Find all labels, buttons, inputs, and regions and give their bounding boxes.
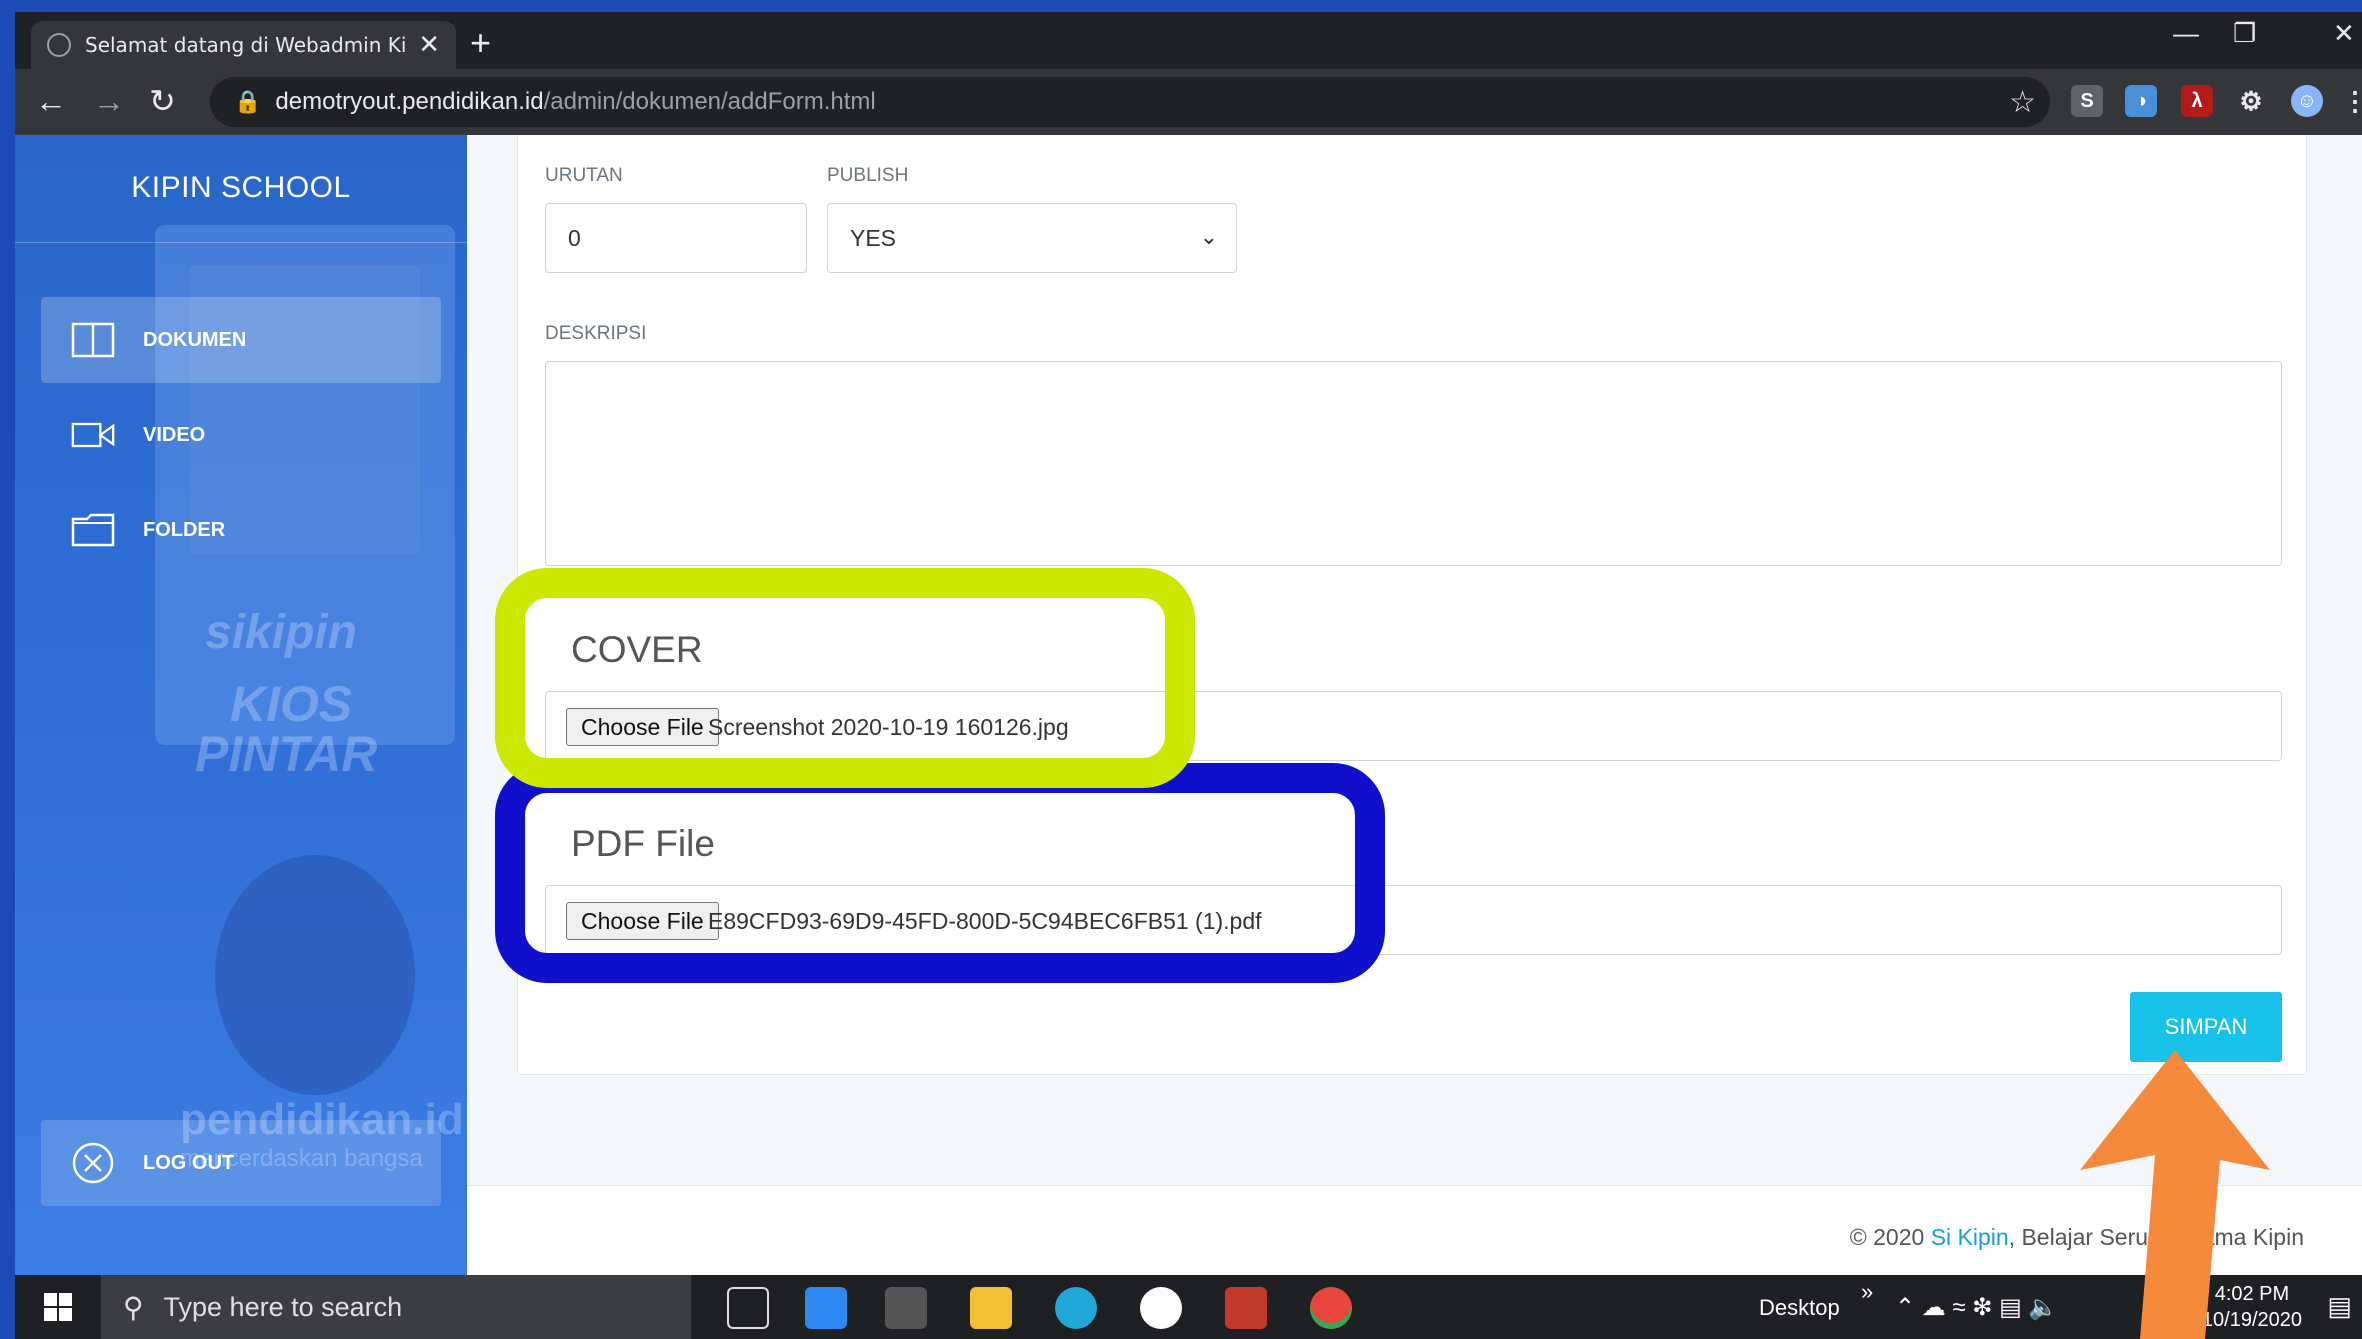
tab-title: Selamat datang di Webadmin Kipin xyxy=(85,33,409,57)
lock-icon: 🔒 xyxy=(234,89,262,114)
sidebar-item-label: DOKUMEN xyxy=(143,328,247,351)
sidebar-item-dokumen[interactable]: DOKUMEN xyxy=(41,297,441,383)
extension-icon[interactable]: ◑ xyxy=(2125,85,2157,117)
sidebar-item-video[interactable]: VIDEO xyxy=(41,392,441,478)
search-placeholder: Type here to search xyxy=(163,1291,403,1322)
publish-select[interactable]: YES ⌄ xyxy=(827,203,1237,273)
tab-close-icon[interactable]: ✕ xyxy=(418,30,440,60)
search-icon: ⚲ xyxy=(123,1291,144,1323)
pdf-highlight-annotation xyxy=(495,763,1385,983)
pdf-extension-icon[interactable]: λ xyxy=(2181,85,2213,117)
new-tab-button[interactable]: + xyxy=(470,22,491,64)
folder-icon xyxy=(71,513,115,547)
url-host: demotryout.pendidikan.id xyxy=(275,88,544,115)
back-arrow-icon[interactable]: ← xyxy=(35,83,67,119)
annotation-arrow xyxy=(2080,1050,2270,1339)
bookmark-star-icon[interactable]: ☆ xyxy=(2009,85,2036,120)
file-explorer-icon[interactable] xyxy=(970,1287,1012,1329)
deskripsi-textarea[interactable] xyxy=(545,361,2282,566)
store-icon[interactable] xyxy=(885,1287,927,1329)
close-circle-icon xyxy=(71,1142,115,1184)
globe-icon xyxy=(47,33,71,57)
windows-start-button[interactable] xyxy=(15,1275,101,1339)
deskripsi-label: DESKRIPSI xyxy=(545,323,647,344)
divider xyxy=(15,242,467,243)
logout-button[interactable]: LOG OUT xyxy=(41,1120,441,1206)
tray-icons[interactable]: ⌃ ☁ ≈ ❇ ▤ 🔈 xyxy=(1895,1293,2058,1322)
chevron-down-icon: ⌄ xyxy=(1199,224,1218,249)
menu-dots-icon[interactable]: ⋮ xyxy=(2339,85,2362,117)
edge-icon[interactable] xyxy=(1055,1287,1097,1329)
sidebar-item-folder[interactable]: FOLDER xyxy=(41,487,441,573)
windows-logo-icon xyxy=(44,1293,72,1321)
screen: Selamat datang di Webadmin Kipin ✕ + — ❐… xyxy=(15,12,2362,1339)
sidebar: sikipin KIOS PINTAR pendidikan.id mencer… xyxy=(15,135,467,1275)
brand-title: KIPIN SCHOOL xyxy=(131,171,351,204)
browser-tab-bar: Selamat datang di Webadmin Kipin ✕ + — ❐… xyxy=(15,12,2362,69)
cover-highlight-annotation xyxy=(495,568,1195,788)
pintar-watermark: PINTAR xyxy=(195,726,378,782)
publish-value: YES xyxy=(850,224,897,251)
close-window-button[interactable]: ✕ xyxy=(2333,18,2355,49)
browser-toolbar: ← → ↻ 🔒 demotryout.pendidikan.id /admin/… xyxy=(15,69,2362,135)
publish-label: PUBLISH xyxy=(827,165,909,186)
mcafee-icon[interactable] xyxy=(1225,1287,1267,1329)
profile-avatar[interactable]: ☺ xyxy=(2291,85,2323,117)
chevron-icon[interactable]: » xyxy=(1861,1279,1873,1305)
browser-tab[interactable]: Selamat datang di Webadmin Kipin ✕ xyxy=(31,21,456,69)
address-bar[interactable]: 🔒 demotryout.pendidikan.id /admin/dokume… xyxy=(210,77,2050,127)
url-path: /admin/dokumen/addForm.html xyxy=(543,88,876,115)
chrome-icon[interactable] xyxy=(1310,1287,1352,1329)
sikipin-watermark: sikipin xyxy=(205,606,358,659)
mail-icon[interactable] xyxy=(805,1287,847,1329)
si-kipin-link[interactable]: Si Kipin xyxy=(1931,1224,2009,1250)
book-icon xyxy=(71,322,115,358)
taskbar-search[interactable]: ⚲ Type here to search xyxy=(101,1275,691,1339)
paint-icon[interactable] xyxy=(1140,1287,1182,1329)
sidebar-item-label: FOLDER xyxy=(143,518,226,541)
skype-extension-icon[interactable]: S xyxy=(2071,85,2103,117)
graduate-illustration xyxy=(215,855,415,1095)
reload-icon[interactable]: ↻ xyxy=(149,83,176,119)
task-view-icon[interactable] xyxy=(727,1287,769,1329)
urutan-label: URUTAN xyxy=(545,165,623,186)
footer-copyright: © 2020 xyxy=(1849,1224,1931,1250)
desktop-label[interactable]: Desktop xyxy=(1759,1295,1840,1321)
video-camera-icon xyxy=(71,419,115,451)
puzzle-extensions-icon[interactable]: ⚙ xyxy=(2235,85,2267,117)
web-page: sikipin KIOS PINTAR pendidikan.id mencer… xyxy=(15,135,2362,1275)
forward-arrow-icon[interactable]: → xyxy=(93,83,125,119)
urutan-input[interactable]: 0 xyxy=(545,203,807,273)
windows-taskbar: ⚲ Type here to search Desktop » ⌃ ☁ ≈ ❇ … xyxy=(15,1275,2362,1339)
notification-icon[interactable]: ▤ xyxy=(2327,1291,2352,1322)
logout-label: LOG OUT xyxy=(143,1151,235,1174)
urutan-value: 0 xyxy=(568,224,581,251)
sidebar-item-label: VIDEO xyxy=(143,423,206,446)
restore-button[interactable]: ❐ xyxy=(2233,18,2256,49)
minimize-button[interactable]: — xyxy=(2173,18,2199,49)
